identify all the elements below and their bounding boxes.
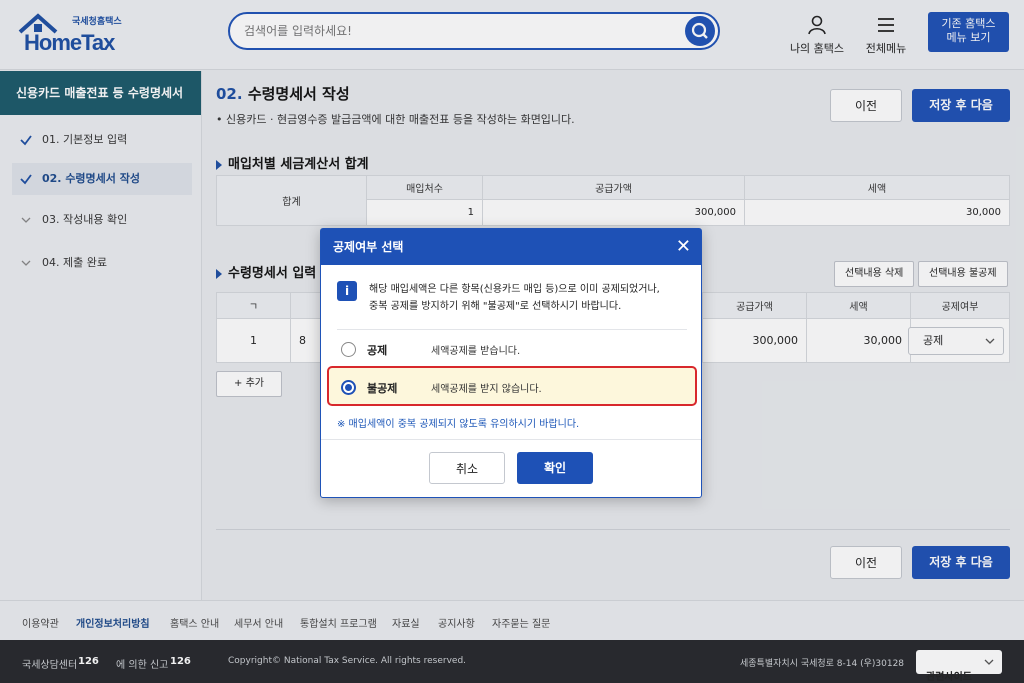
option-nondeduct-label: 불공제 (367, 382, 398, 395)
option-nondeduct-desc: 세액공제를 받지 않습니다. (431, 384, 542, 395)
modal-info-line1: 해당 매입세액은 다른 항목(신용카드 매입 등)으로 이미 공제되었거나, (369, 284, 660, 295)
modal-info-line2: 중복 공제를 방지하기 위해 "불공제"로 선택하시기 바랍니다. (369, 301, 622, 312)
deduction-modal: 공제여부 선택 ✕ i 해당 매입세액은 다른 항목(신용카드 매입 등)으로 … (320, 228, 702, 498)
option-deduct[interactable]: 공제 세액공제를 받습니다. (329, 330, 693, 368)
info-icon: i (337, 281, 357, 301)
divider (321, 439, 701, 440)
modal-header: 공제여부 선택 ✕ (321, 229, 701, 265)
modal-info-text: 해당 매입세액은 다른 항목(신용카드 매입 등)으로 이미 공제되었거나, 중… (369, 281, 689, 315)
radio-deduct[interactable] (341, 342, 356, 357)
radio-nondeduct[interactable] (341, 380, 356, 395)
close-icon[interactable]: ✕ (676, 229, 691, 265)
option-deduct-label: 공제 (367, 344, 388, 357)
option-nondeduct[interactable]: 불공제 세액공제를 받지 않습니다. (327, 366, 697, 406)
modal-title: 공제여부 선택 (333, 240, 404, 254)
option-deduct-desc: 세액공제를 받습니다. (431, 346, 521, 357)
cancel-button[interactable]: 취소 (429, 452, 505, 484)
confirm-button[interactable]: 확인 (517, 452, 593, 484)
modal-note: ※ 매입세액이 중복 공제되지 않도록 유의하시기 바랍니다. (337, 419, 580, 430)
